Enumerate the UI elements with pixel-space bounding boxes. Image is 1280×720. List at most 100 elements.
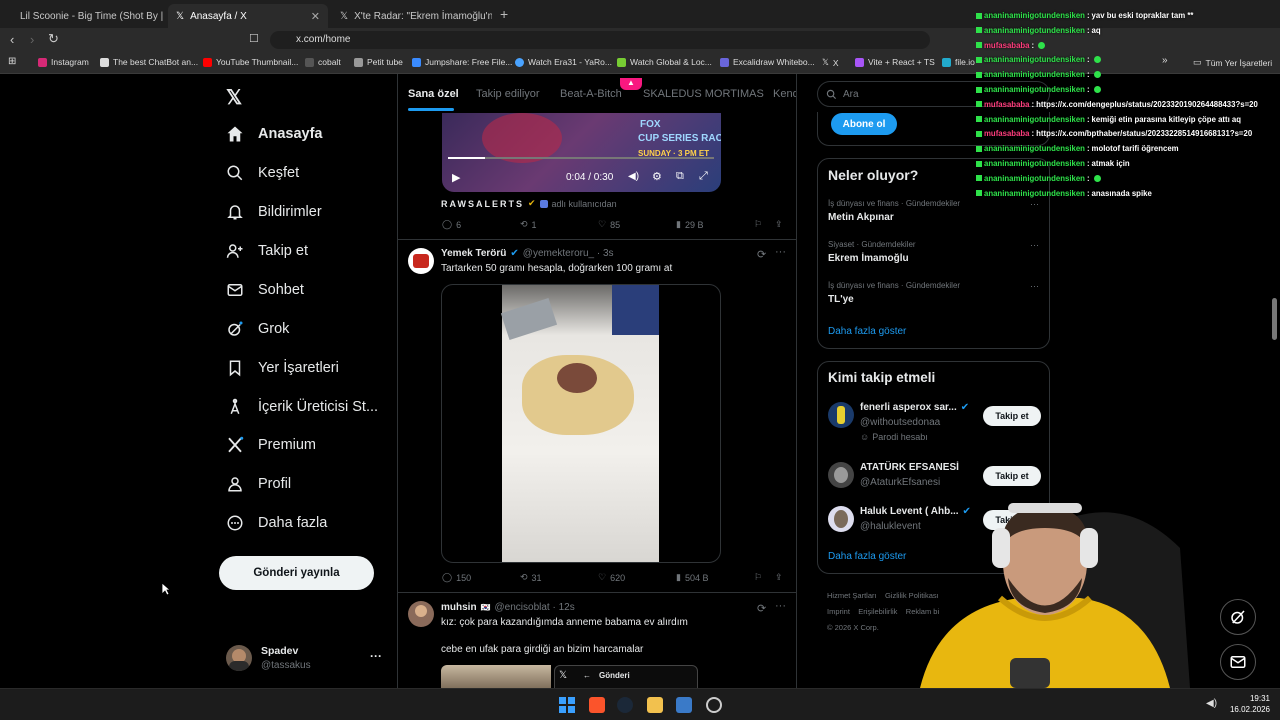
account-switcher[interactable]: Spadev @tassakus ··· [226,643,386,677]
bookmark-watch-global[interactable]: Watch Global & Loc... [617,57,712,67]
bookmark-cobalt[interactable]: cobalt [305,57,341,67]
author-name[interactable]: Yemek Terörü [441,248,506,259]
trend-item[interactable]: İş dünyası ve finans · Gündemdekiler TL'… [828,281,1043,305]
nav-more[interactable]: Daha fazla [226,510,327,536]
follow-button[interactable]: Takip et [983,406,1041,426]
bookmark-label: Vite + React + TS [868,57,935,67]
tab-for-you[interactable]: Sana özel [408,88,459,100]
repost-button[interactable]: ⟲ 31 [520,572,542,583]
file-explorer-icon[interactable] [647,697,663,713]
bookmark-vite[interactable]: Vite + React + TS [855,57,935,67]
reload-icon[interactable]: ↻ [48,31,59,47]
bookmark-page-icon[interactable]: ☐ [249,32,259,45]
video-player[interactable]: FOX CUP SERIES RACE SUNDAY · 3 PM ET ▶ 0… [442,113,721,192]
footer-link[interactable]: Hizmet Şartları [827,591,877,600]
quoted-post-embed[interactable]: 𝕏 ← Gönderi [554,665,698,688]
like-button[interactable]: ♡ 620 [598,572,625,583]
system-clock[interactable]: 19:31 16.02.2026 [1226,693,1270,715]
nav-premium[interactable]: Premium [226,432,316,458]
bookmark-excalidraw[interactable]: Excalidraw Whitebo... [720,57,815,67]
apps-grid-icon[interactable]: ⊞ [8,56,16,67]
share-button[interactable]: ⇪ [775,572,783,583]
picture-in-picture-icon[interactable]: ⧉ [676,170,684,183]
views-button[interactable]: ▮ 29 B [676,219,703,230]
back-icon[interactable]: ‹ [10,32,14,47]
tab-x-radar[interactable]: 𝕏 X'te Radar: "Ekrem İmamoğlu'nun bu [332,4,492,28]
bookmark-era31[interactable]: Watch Era31 - YaRo... [515,57,612,67]
bookmark-instagram[interactable]: Instagram [38,57,89,67]
nav-label: Takip et [258,243,308,259]
post-more-icon[interactable]: ··· [775,246,786,258]
close-tab-icon[interactable]: ✕ [311,10,320,23]
author-name[interactable]: muhsin [441,602,477,613]
forward-icon[interactable]: › [30,32,34,47]
avatar[interactable] [408,601,434,627]
nav-notifications[interactable]: Bildirimler [226,199,322,225]
repost-button[interactable]: ⟲ 1 [520,219,537,230]
bookmark-chatbot[interactable]: The best ChatBot an... [100,57,198,67]
post-more-icon[interactable]: ··· [775,600,786,612]
views-button[interactable]: ▮ 504 B [676,572,708,583]
reply-button[interactable]: ◯ 150 [442,572,471,583]
tab-x-home[interactable]: 𝕏 Anasayfa / X ✕ [168,4,328,28]
address-bar[interactable]: x.com/home [270,31,930,49]
fullscreen-icon[interactable]: ⤢ [699,170,708,183]
bookmark-jumpshare[interactable]: Jumpshare: Free File... [412,57,512,67]
app-icon[interactable] [676,697,692,713]
nav-creator-studio[interactable]: İçerik Üreticisi St... [226,394,378,420]
footer-link[interactable]: Imprint [827,607,850,616]
nav-home[interactable]: Anasayfa [226,121,322,147]
volume-icon[interactable]: ◀) [628,171,639,182]
nav-messages[interactable]: Sohbet [226,277,304,303]
trend-more-icon[interactable]: ··· [1030,240,1039,250]
reply-button[interactable]: ◯ 6 [442,219,461,230]
show-more-link[interactable]: Daha fazla göster [828,326,906,337]
attribution-author[interactable]: RAWSALERTS [441,199,524,209]
more-options-icon[interactable]: ··· [370,649,382,663]
avatar[interactable] [408,248,434,274]
trend-item[interactable]: Siyaset · Gündemdekiler Ekrem İmamoğlu ·… [828,240,1043,264]
post-image[interactable] [441,665,551,688]
bookmark-x[interactable]: 𝕏X [822,57,839,68]
volume-icon[interactable]: ◀) [1206,698,1217,709]
nav-explore[interactable]: Keşfet [226,160,299,186]
bookmark-youtube-thumbnail[interactable]: YouTube Thumbnail... [203,57,298,67]
messages-float-button[interactable] [1220,644,1256,680]
author-handle[interactable]: @encisoblat · 12s [495,602,575,613]
subscribe-button[interactable]: Abone ol [831,113,897,135]
post-button[interactable]: Gönderi yayınla [219,556,374,590]
share-button[interactable]: ⇪ [775,219,783,230]
tab-following[interactable]: Takip ediliyor [476,88,540,100]
tab-kend[interactable]: Kend [773,88,796,100]
nav-grok[interactable]: Grok [226,316,289,342]
new-tab-icon[interactable]: + [500,6,508,22]
page-scrollbar[interactable] [1272,298,1277,340]
nav-follow[interactable]: Takip et [226,238,308,264]
bookmark-button[interactable]: ⚐ [754,219,762,230]
bookmark-petit-tube[interactable]: Petit tube [354,57,403,67]
tab-youtube[interactable]: Lil Scoonie - Big Time (Shot By | @ey [6,4,166,28]
follow-button[interactable]: Takip et [983,466,1041,486]
steam-icon[interactable] [617,697,633,713]
suggested-user[interactable]: fenerli asperox sar... ✔ @withoutsedonaa… [818,398,1049,448]
bookmark-button[interactable]: ⚐ [754,572,762,583]
author-handle[interactable]: @yemekteroru_ · 3s [523,248,614,259]
bookmark-label: cobalt [318,57,341,67]
nav-profile[interactable]: Profil [226,471,291,497]
windows-start-icon[interactable] [559,697,575,713]
brave-browser-icon[interactable] [589,697,605,713]
like-button[interactable]: ♡ 85 [598,219,620,230]
tab-skaledus-mortimas[interactable]: SKALEDUS MORTIMAS [643,88,764,100]
grok-analyze-icon[interactable]: ⟳ [757,602,766,615]
settings-gear-icon[interactable]: ⚙ [652,170,662,183]
tab-beat-a-bitch[interactable]: Beat-A-Bitch [560,88,622,100]
play-icon[interactable]: ▶ [452,171,460,184]
x-logo-icon[interactable]: 𝕏 [226,85,242,110]
post-video[interactable] [441,284,721,563]
video-progress-track[interactable] [448,157,714,159]
trend-more-icon[interactable]: ··· [1030,281,1039,291]
grok-analyze-icon[interactable]: ⟳ [757,248,766,261]
grok-float-button[interactable] [1220,599,1256,635]
nav-bookmarks[interactable]: Yer İşaretleri [226,355,339,381]
obs-icon[interactable] [706,697,722,713]
